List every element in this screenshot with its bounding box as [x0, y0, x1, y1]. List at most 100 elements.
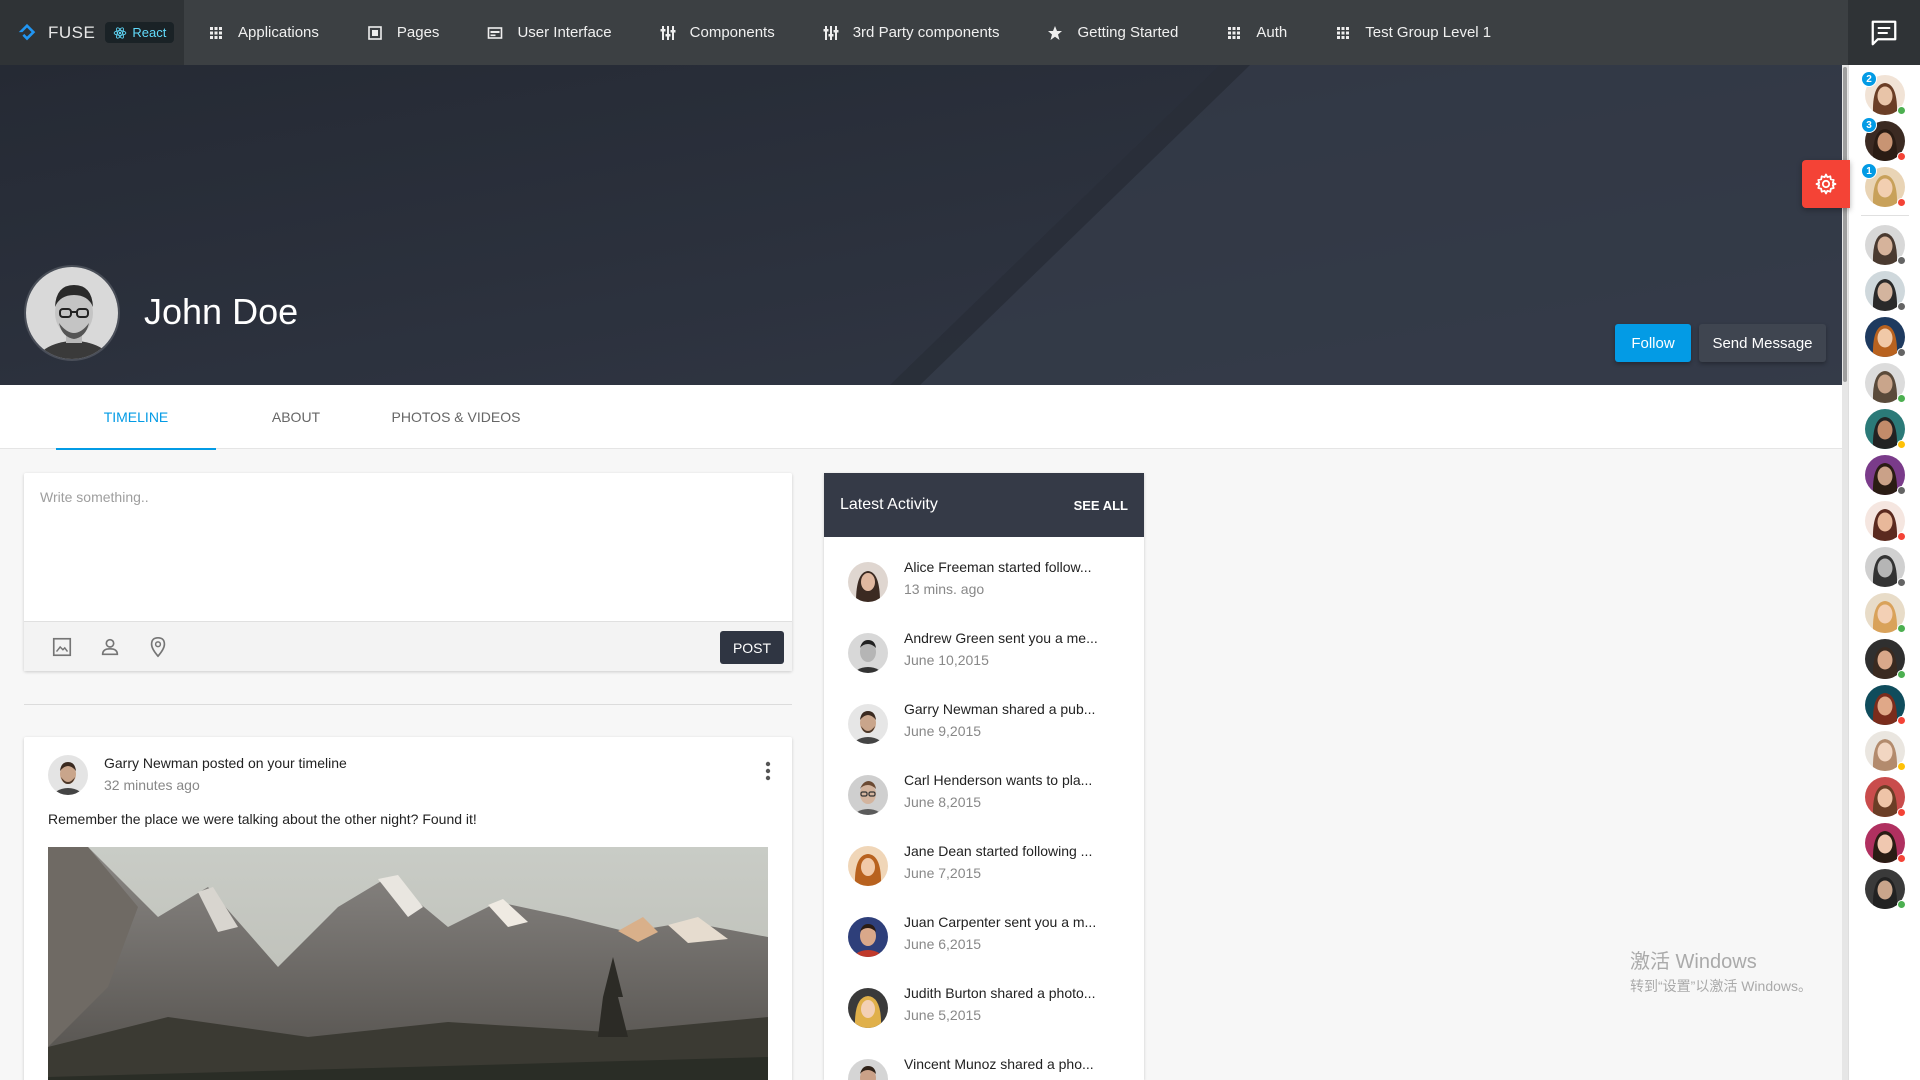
chat-icon	[1871, 20, 1897, 45]
star-icon	[1048, 25, 1063, 40]
more-vert-icon	[765, 761, 771, 781]
status-indicator	[1897, 440, 1906, 449]
activity-message: Vincent Munoz shared a pho...	[904, 1056, 1094, 1072]
profile-header: John Doe Follow Send Message	[0, 65, 1842, 385]
nav-item-label: Auth	[1256, 24, 1288, 41]
contact-item[interactable]	[1865, 547, 1906, 587]
status-indicator	[1897, 198, 1906, 207]
unread-count-badge: 3	[1861, 117, 1877, 133]
list-item[interactable]: Judith Burton shared a photo... June 5,20…	[824, 981, 1144, 1052]
status-indicator	[1897, 670, 1906, 679]
avatar	[848, 988, 888, 1028]
nav-item-auth[interactable]: Auth	[1202, 0, 1311, 65]
contact-item[interactable]: 3	[1861, 117, 1906, 161]
list-item[interactable]: Alice Freeman started follow... 13 mins. …	[824, 555, 1144, 626]
watermark-subtitle: 转到“设置”以激活 Windows。	[1630, 978, 1813, 994]
list-item[interactable]: Vincent Munoz shared a pho...	[824, 1052, 1144, 1080]
profile-tabs: Timeline About Photos & Videos	[0, 385, 1842, 450]
status-indicator	[1897, 486, 1906, 495]
list-item[interactable]: Jane Dean started following ... June 7,20…	[824, 839, 1144, 910]
contact-item[interactable]	[1865, 685, 1906, 725]
activity-time: June 8,2015	[904, 794, 982, 810]
post-author: Garry Newman posted on your timeline	[104, 755, 347, 771]
list-item[interactable]: Garry Newman shared a pub... June 9,2015	[824, 697, 1144, 768]
list-item[interactable]: Andrew Green sent you a me... June 10,201…	[824, 626, 1144, 697]
post-button[interactable]: Post	[720, 631, 784, 664]
tag-person-button[interactable]	[86, 627, 134, 667]
nav-item-label: Components	[689, 24, 775, 41]
contact-item[interactable]	[1865, 823, 1906, 863]
avatar	[848, 775, 888, 815]
status-indicator	[1897, 854, 1906, 863]
avatar	[848, 704, 888, 744]
post-input[interactable]	[24, 473, 792, 621]
avatar	[848, 633, 888, 673]
contact-item[interactable]	[1865, 225, 1906, 265]
nav-item-components[interactable]: Components	[636, 0, 799, 65]
nav-item-pages[interactable]: Pages	[343, 0, 464, 65]
list-item[interactable]: Juan Carpenter sent you a m... June 6,201…	[824, 910, 1144, 981]
settings-button[interactable]	[1802, 160, 1850, 208]
contact-item[interactable]	[1865, 317, 1906, 357]
nav-item-3rd-party-components[interactable]: 3rd Party components	[799, 0, 1024, 65]
status-indicator	[1897, 152, 1906, 161]
status-indicator	[1897, 348, 1906, 357]
status-indicator	[1897, 762, 1906, 771]
nav-item-label: Getting Started	[1077, 24, 1179, 41]
latest-activity-panel: Latest Activity See All Alice Freeman st…	[824, 473, 1144, 1080]
contact-item[interactable]	[1865, 777, 1906, 817]
tab-photos-videos[interactable]: Photos & Videos	[376, 385, 536, 449]
follow-button[interactable]: Follow	[1615, 324, 1691, 362]
activity-message: Andrew Green sent you a me...	[904, 630, 1098, 646]
nav-menu: Applications Pages User Interface Compon…	[184, 0, 1515, 65]
avatar	[848, 1059, 888, 1080]
add-location-button[interactable]	[134, 627, 182, 667]
status-indicator	[1897, 532, 1906, 541]
contact-item[interactable]	[1865, 639, 1906, 679]
tab-about[interactable]: About	[216, 385, 376, 449]
nav-item-getting-started[interactable]: Getting Started	[1023, 0, 1202, 65]
post-message: Remember the place we were talking about…	[48, 811, 477, 827]
send-message-button[interactable]: Send Message	[1699, 324, 1826, 362]
post-options-button[interactable]	[756, 757, 780, 785]
page-scrollbar-thumb[interactable]	[1843, 67, 1847, 382]
nav-item-label: User Interface	[517, 24, 612, 41]
nav-item-user-interface[interactable]: User Interface	[463, 0, 635, 65]
nav-item-test-group-level-1[interactable]: Test Group Level 1	[1311, 0, 1515, 65]
status-indicator	[1897, 106, 1906, 115]
see-all-link[interactable]: See All	[1074, 498, 1128, 513]
add-photo-button[interactable]	[38, 627, 86, 667]
brand[interactable]: FUSE React	[0, 0, 184, 65]
apps-grid-icon	[210, 26, 222, 39]
nav-item-applications[interactable]: Applications	[184, 0, 343, 65]
activity-time: June 5,2015	[904, 1007, 982, 1023]
list-item[interactable]: Carl Henderson wants to pla... June 8,201…	[824, 768, 1144, 839]
pages-icon	[368, 25, 382, 40]
contact-item[interactable]: 1	[1861, 163, 1906, 207]
contact-item[interactable]	[1865, 271, 1906, 311]
contact-item[interactable]	[1865, 455, 1906, 495]
windows-activation-watermark: 激活 Windows 转到“设置”以激活 Windows。	[1630, 945, 1812, 996]
status-indicator	[1897, 716, 1906, 725]
activity-header: Latest Activity See All	[824, 473, 1144, 537]
contact-item[interactable]	[1865, 363, 1906, 403]
avatar[interactable]	[48, 755, 88, 795]
contact-item[interactable]	[1865, 593, 1906, 633]
status-indicator	[1897, 578, 1906, 587]
contact-item[interactable]	[1865, 501, 1906, 541]
contact-item[interactable]	[1865, 731, 1906, 771]
chat-panel-toggle[interactable]	[1848, 0, 1920, 65]
contact-item[interactable]	[1865, 869, 1906, 909]
react-badge-label: React	[132, 25, 167, 40]
profile-avatar[interactable]	[24, 265, 120, 361]
contacts-divider	[1861, 215, 1909, 216]
web-icon	[488, 26, 503, 39]
status-indicator	[1897, 808, 1906, 817]
activity-message: Judith Burton shared a photo...	[904, 985, 1096, 1001]
contact-item[interactable]: 2	[1861, 71, 1906, 115]
contact-item[interactable]	[1865, 409, 1906, 449]
post-image[interactable]	[48, 847, 768, 1080]
activity-message: Juan Carpenter sent you a m...	[904, 914, 1097, 930]
tab-timeline[interactable]: Timeline	[56, 385, 216, 450]
avatar	[848, 846, 888, 886]
